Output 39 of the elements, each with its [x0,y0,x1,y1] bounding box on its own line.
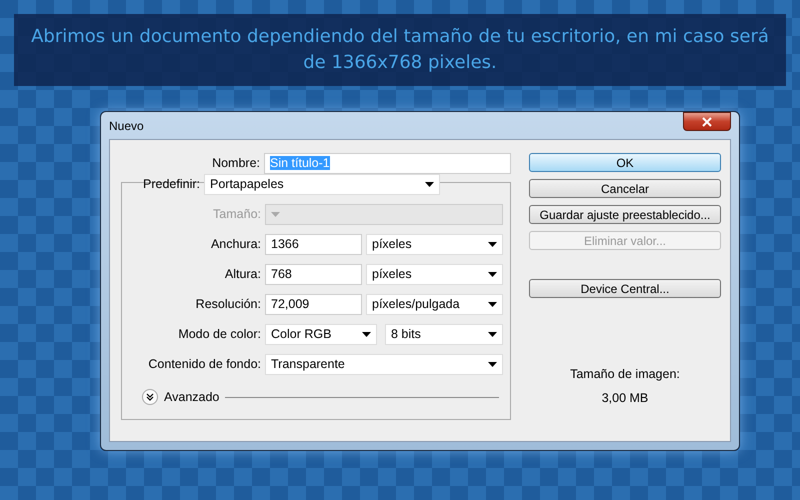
input-field[interactable]: 1366 [265,234,362,254]
input-field[interactable]: 768 [265,264,362,284]
dropdown[interactable]: 8 bits [385,324,503,344]
unit-dropdown[interactable]: píxeles/pulgada [366,294,503,314]
dropdown-arrow-icon [488,272,497,276]
close-button[interactable] [683,112,731,131]
preset-dropdown[interactable]: Portapapeles [204,174,440,194]
dialog-button[interactable]: Device Central... [529,279,721,298]
field-label: Anchura: [210,237,261,251]
dropdown-arrow-icon [488,242,497,246]
dropdown-arrow-icon [425,182,434,186]
dropdown-arrow-icon [488,332,497,336]
dropdown-arrow-icon [271,212,280,216]
unit-dropdown[interactable]: píxeles [366,234,503,254]
dropdown-arrow-icon [488,362,497,366]
expand-button[interactable] [142,389,158,405]
section-label: Avanzado [164,390,220,404]
dialog-button[interactable]: OK [529,153,721,172]
field-label: Predefinir: [142,177,200,191]
dropdown-arrow-icon [362,332,371,336]
field-label: Modo de color: [177,327,261,341]
field-label: Altura: [224,267,261,281]
field-label: Tamaño: [212,207,261,221]
field-label: Nombre: [211,156,260,170]
dialog-button[interactable]: Guardar ajuste preestablecido... [529,205,721,224]
input-field[interactable]: 72,009 [265,294,362,314]
field-label: Contenido de fondo: [147,357,261,371]
chevron-icon [146,393,154,401]
dropdown[interactable]: Transparente [265,354,503,374]
image-size-label: Tamaño de imagen: [570,367,680,381]
dialog-button[interactable]: Cancelar [529,179,721,198]
image-size-value: 3,00 MB [602,391,648,405]
field-label: Resolución: [194,297,261,311]
close-icon [701,116,713,126]
unit-dropdown[interactable]: píxeles [366,264,503,284]
caption: Abrimos un documento dependiendo del tamaño de tu escritorio, en mi caso será de 1366x768 pixeles. [30,25,770,75]
dropdown-arrow-icon [488,302,497,306]
dropdown[interactable]: Color RGB [265,324,377,344]
window-title: Nuevo [109,118,144,132]
